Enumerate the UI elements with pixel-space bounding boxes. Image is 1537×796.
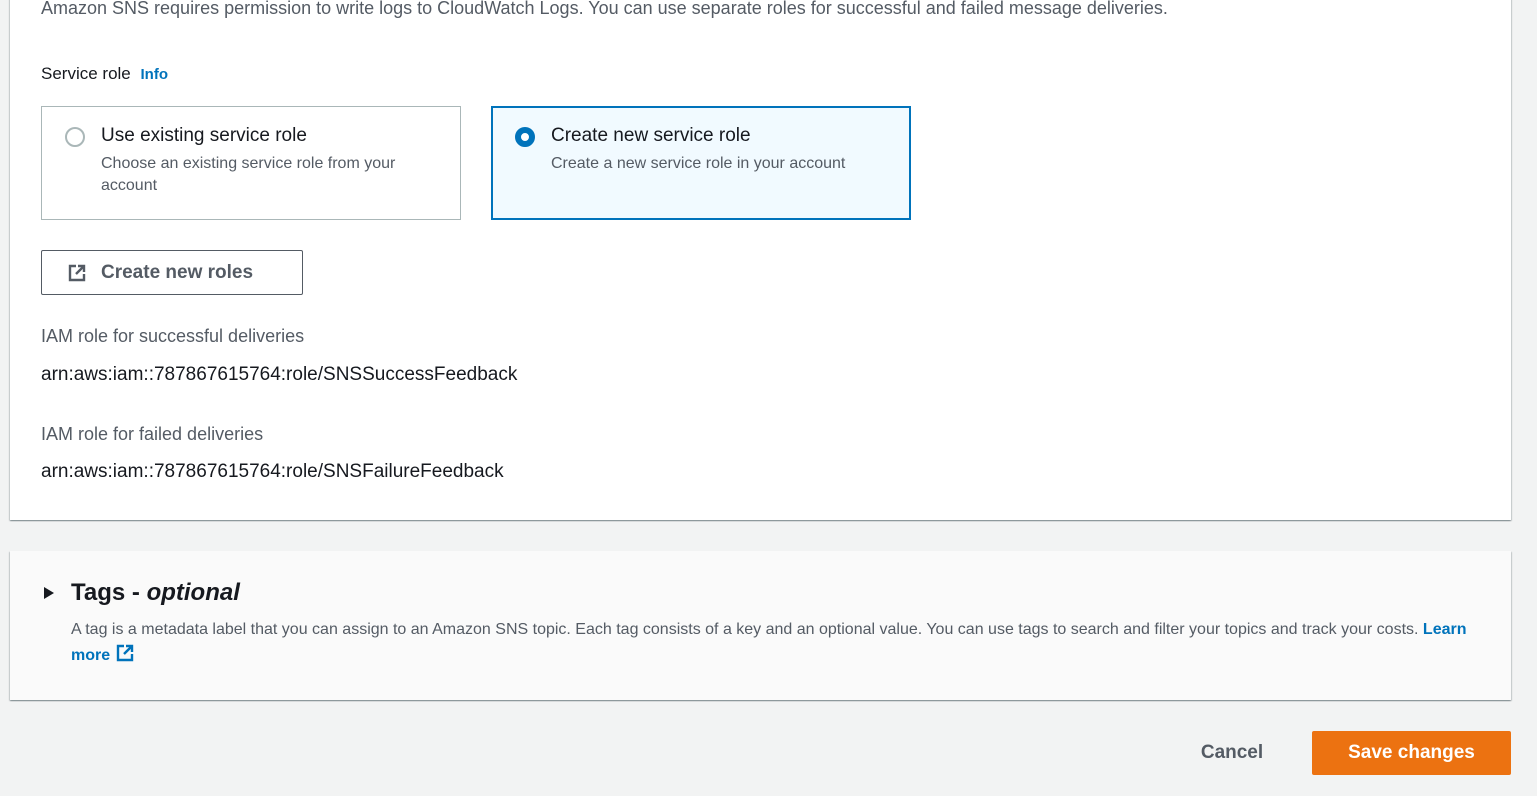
option-description: Create a new service role in your accoun… [551,155,846,172]
failure-role-value: arn:aws:iam::787867615764:role/SNSFailur… [41,461,504,482]
service-role-info-link[interactable]: Info [141,66,169,83]
option-description: Choose an existing service role from you… [101,155,396,194]
create-new-roles-label: Create new roles [101,261,254,283]
tags-title-optional: optional [146,579,240,606]
delivery-status-logging-panel: Amazon SNS requires permission to write … [10,0,1511,520]
tags-description: A tag is a metadata label that you can a… [71,618,1491,668]
failure-role-label: IAM role for failed deliveries [41,424,264,444]
create-new-roles-button[interactable]: Create new roles [41,250,303,295]
cancel-button[interactable]: Cancel [1180,733,1284,773]
use-existing-service-role-option[interactable]: Use existing service role Choose an exis… [41,106,461,220]
option-title: Use existing service role [101,125,307,146]
tags-panel: Tags - optional A tag is a metadata labe… [10,551,1511,700]
external-link-icon [116,644,134,662]
radio-unselected[interactable] [65,127,85,147]
save-changes-button[interactable]: Save changes [1312,731,1511,775]
tags-title-text: Tags - [71,579,140,606]
external-link-icon [66,262,88,284]
create-new-service-role-option[interactable]: Create new service role Create a new ser… [491,106,911,220]
radio-selected[interactable] [515,127,535,147]
tags-description-text: A tag is a metadata label that you can a… [71,621,1419,638]
success-role-value: arn:aws:iam::787867615764:role/SNSSucces… [41,364,518,385]
tags-section-title[interactable]: Tags - optional [71,579,240,607]
caret-right-icon[interactable] [44,587,54,599]
success-role-label: IAM role for successful deliveries [41,326,305,346]
service-role-label-text: Service role [41,64,131,83]
option-title: Create new service role [551,125,751,146]
logging-description: Amazon SNS requires permission to write … [41,0,1168,18]
service-role-label: Service role Info [41,64,168,84]
